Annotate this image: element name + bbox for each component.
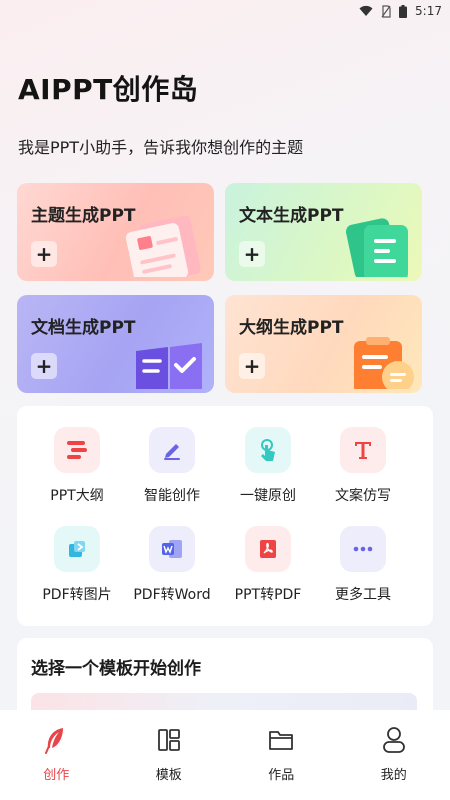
pdf-icon — [245, 526, 291, 572]
outline-generate-card[interactable]: 大纲生成PPT + — [225, 295, 422, 393]
nav-create[interactable]: 创作 — [0, 710, 113, 800]
book-illustration — [132, 341, 208, 393]
add-icon[interactable]: + — [31, 241, 57, 267]
bottom-nav: 创作 模板 作品 我的 — [0, 710, 450, 800]
tool-label: PPT转PDF — [234, 587, 302, 603]
document-generate-card[interactable]: 文档生成PPT + — [17, 295, 214, 393]
tool-ppt-to-pdf[interactable]: PPT转PDF — [223, 526, 313, 604]
add-icon[interactable]: + — [239, 353, 265, 379]
app-title: AIPPT创作岛 — [18, 73, 199, 106]
tool-pdf-to-word[interactable]: PDF转Word — [127, 526, 217, 604]
nav-label: 模板 — [155, 768, 182, 783]
nav-label: 创作 — [43, 768, 70, 783]
card-title: 文本生成PPT — [239, 206, 344, 226]
pencil-icon — [149, 427, 195, 473]
tool-ppt-outline[interactable]: PPT大纲 — [32, 427, 122, 505]
nav-mine[interactable]: 我的 — [338, 710, 450, 800]
text-doc-illustration — [344, 211, 416, 281]
topic-doc-illustration — [116, 215, 208, 281]
tool-label: PDF转图片 — [42, 587, 112, 603]
add-icon[interactable]: + — [31, 353, 57, 379]
word-icon — [149, 526, 195, 572]
tools-panel: PPT大纲 智能创作 一键原创 文案仿写 PDF转图片 PDF转Word PPT… — [17, 406, 433, 626]
wifi-icon — [359, 5, 373, 17]
more-dots-icon — [340, 526, 386, 572]
template-section-heading: 选择一个模板开始创作 — [31, 659, 201, 679]
text-t-icon — [340, 427, 386, 473]
layout-icon — [156, 726, 182, 758]
tool-label: 更多工具 — [335, 587, 391, 603]
touch-icon — [245, 427, 291, 473]
tool-label: 智能创作 — [144, 488, 200, 504]
feather-icon — [43, 726, 69, 758]
tool-label: PPT大纲 — [50, 488, 104, 504]
tool-smart-create[interactable]: 智能创作 — [127, 427, 217, 505]
outline-lines-icon — [54, 427, 100, 473]
clipboard-illustration — [348, 337, 416, 393]
tool-pdf-to-image[interactable]: PDF转图片 — [32, 526, 122, 604]
text-generate-card[interactable]: 文本生成PPT + — [225, 183, 422, 281]
nav-works[interactable]: 作品 — [225, 710, 338, 800]
nav-label: 我的 — [380, 768, 407, 783]
battery-icon — [399, 4, 408, 18]
folder-icon — [268, 726, 294, 758]
tool-one-click-original[interactable]: 一键原创 — [223, 427, 313, 505]
no-sim-icon — [381, 4, 391, 18]
card-title: 大纲生成PPT — [239, 318, 344, 338]
add-icon[interactable]: + — [239, 241, 265, 267]
tool-label: PDF转Word — [133, 587, 211, 603]
status-time: 5:17 — [415, 4, 442, 18]
nav-templates[interactable]: 模板 — [113, 710, 226, 800]
tool-copywriting-imitation[interactable]: 文案仿写 — [318, 427, 408, 505]
pdf-image-icon — [54, 526, 100, 572]
nav-label: 作品 — [268, 768, 295, 783]
assistant-subtitle: 我是PPT小助手，告诉我你想创作的主题 — [18, 138, 304, 157]
status-bar: 5:17 — [0, 0, 450, 22]
person-icon — [381, 726, 407, 758]
tool-label: 一键原创 — [240, 488, 296, 504]
tool-more-tools[interactable]: 更多工具 — [318, 526, 408, 604]
topic-generate-card[interactable]: 主题生成PPT + — [17, 183, 214, 281]
tool-label: 文案仿写 — [335, 488, 391, 504]
card-title: 文档生成PPT — [31, 318, 136, 338]
